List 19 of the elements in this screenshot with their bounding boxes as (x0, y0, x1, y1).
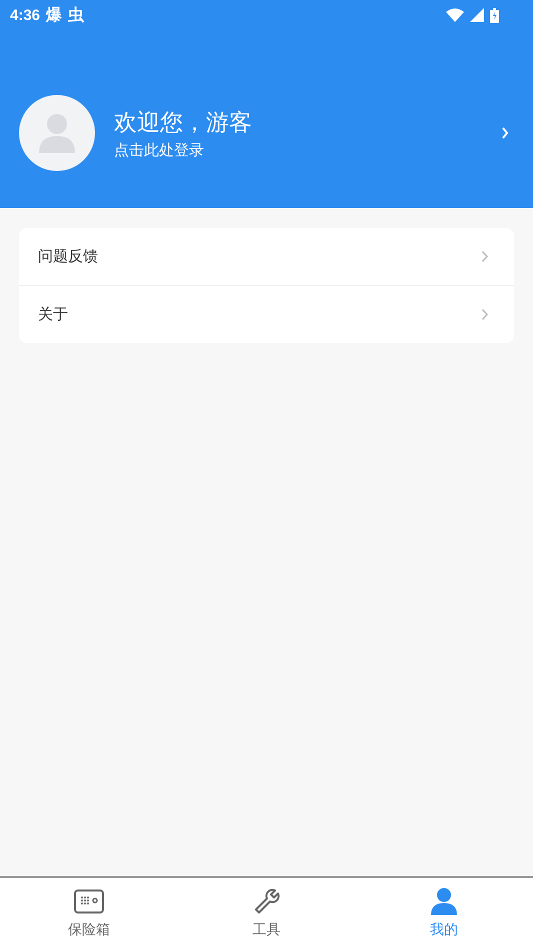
wifi-icon (446, 8, 464, 22)
nav-tab[interactable]: 我的 (355, 878, 533, 948)
notification-glyph: 虫 (68, 4, 84, 26)
notification-glyph: 爆 (46, 4, 62, 26)
safe-icon (74, 888, 104, 914)
menu-item[interactable]: 关于 (19, 286, 514, 343)
login-link[interactable]: 点击此处登录 (114, 140, 204, 160)
person-icon (431, 888, 458, 914)
nav-tab[interactable]: 保险箱 (0, 878, 178, 948)
battery-icon (490, 8, 499, 22)
chevron-right-icon (481, 308, 489, 321)
chevron-right-icon[interactable] (501, 127, 509, 139)
status-time: 4:36 (10, 6, 40, 24)
menu-item[interactable]: 问题反馈 (19, 228, 514, 286)
wrench-icon (254, 888, 280, 914)
signal-icon (470, 8, 484, 22)
chevron-right-icon (481, 250, 489, 263)
nav-tab[interactable]: 工具 (178, 878, 356, 948)
greeting-text: 欢迎您，游客 (114, 108, 253, 138)
